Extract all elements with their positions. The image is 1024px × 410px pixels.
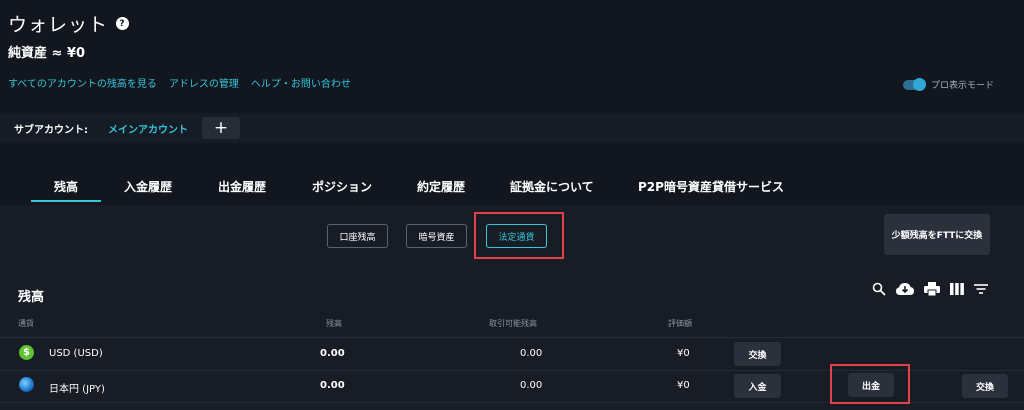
row-available: 0.00: [520, 380, 543, 391]
tab-balances[interactable]: 残高: [54, 178, 78, 195]
page-title-text: ウォレット: [8, 14, 109, 36]
balances-title: 残高: [18, 290, 45, 305]
subaccount-main[interactable]: メインアカウント: [108, 121, 188, 136]
manage-addresses-link[interactable]: アドレスの管理: [169, 75, 239, 90]
help-contact-link[interactable]: ヘルプ・お問い合わせ: [251, 75, 351, 90]
tab-deposit-history[interactable]: 入金履歴: [124, 178, 172, 195]
tab-p2p-lending[interactable]: P2P暗号資産貸借サービス: [638, 178, 784, 195]
filter-icon[interactable]: [974, 283, 988, 295]
row-currency: USD (USD): [49, 348, 103, 359]
jpy-deposit-button[interactable]: 入金: [734, 374, 781, 398]
header-links: すべてのアカウントの残高を見る アドレスの管理 ヘルプ・お問い合わせ: [8, 75, 351, 90]
row-value: ¥0: [677, 380, 690, 391]
highlight-box: [474, 212, 564, 259]
row-divider: [0, 337, 1024, 338]
subaccount-label: サブアカウント:: [14, 124, 88, 136]
col-value: 評価額: [668, 319, 692, 328]
tab-bar: 残高 入金履歴 出金履歴 ポジション 約定履歴 証拠金について P2P暗号資産貸…: [0, 168, 1024, 204]
row-currency: 日本円 (JPY): [49, 384, 105, 395]
view-all-balances-link[interactable]: すべてのアカウントの残高を見る: [8, 75, 157, 90]
pro-mode-label: プロ表示モード: [930, 81, 994, 91]
highlight-box: [830, 364, 910, 404]
tab-margin-info[interactable]: 証拠金について: [510, 178, 594, 195]
filter-crypto[interactable]: 暗号資産: [406, 224, 467, 248]
tab-positions[interactable]: ポジション: [312, 178, 372, 195]
help-icon[interactable]: ?: [116, 17, 130, 30]
subaccount-bar: サブアカウント: メインアカウント +: [0, 113, 1024, 143]
row-balance: 0.00: [320, 348, 345, 359]
toggle-switch[interactable]: [902, 77, 926, 91]
pro-mode-toggle[interactable]: プロ表示モード: [902, 77, 994, 91]
row-value: ¥0: [677, 348, 690, 359]
active-tab-indicator: [31, 200, 101, 202]
usd-exchange-button[interactable]: 交換: [734, 342, 781, 366]
convert-small-balance-button[interactable]: 少額残高をFTTに交換: [884, 214, 990, 255]
tab-trade-history[interactable]: 約定履歴: [417, 178, 465, 195]
col-available: 取引可能残高: [489, 319, 537, 328]
filter-account-balance[interactable]: 口座残高: [327, 224, 388, 248]
net-assets: 純資産 ≈ ¥0: [8, 46, 86, 61]
row-balance: 0.00: [320, 380, 345, 391]
col-currency: 通貨: [18, 319, 34, 328]
cloud-download-icon[interactable]: [896, 282, 914, 296]
search-icon[interactable]: [872, 282, 886, 296]
row-available: 0.00: [520, 348, 543, 359]
columns-icon[interactable]: [950, 283, 964, 295]
page-title: ウォレット ?: [8, 10, 130, 37]
usd-coin-icon: $: [19, 345, 34, 360]
col-balance: 残高: [326, 319, 342, 328]
table-toolbar: [872, 282, 988, 296]
tab-withdrawal-history[interactable]: 出金履歴: [218, 178, 266, 195]
jpy-exchange-button[interactable]: 交換: [962, 374, 1008, 398]
add-subaccount-button[interactable]: +: [202, 117, 240, 139]
print-icon[interactable]: [924, 282, 940, 296]
toggle-knob: [912, 77, 926, 91]
jpy-globe-icon: [19, 377, 34, 392]
